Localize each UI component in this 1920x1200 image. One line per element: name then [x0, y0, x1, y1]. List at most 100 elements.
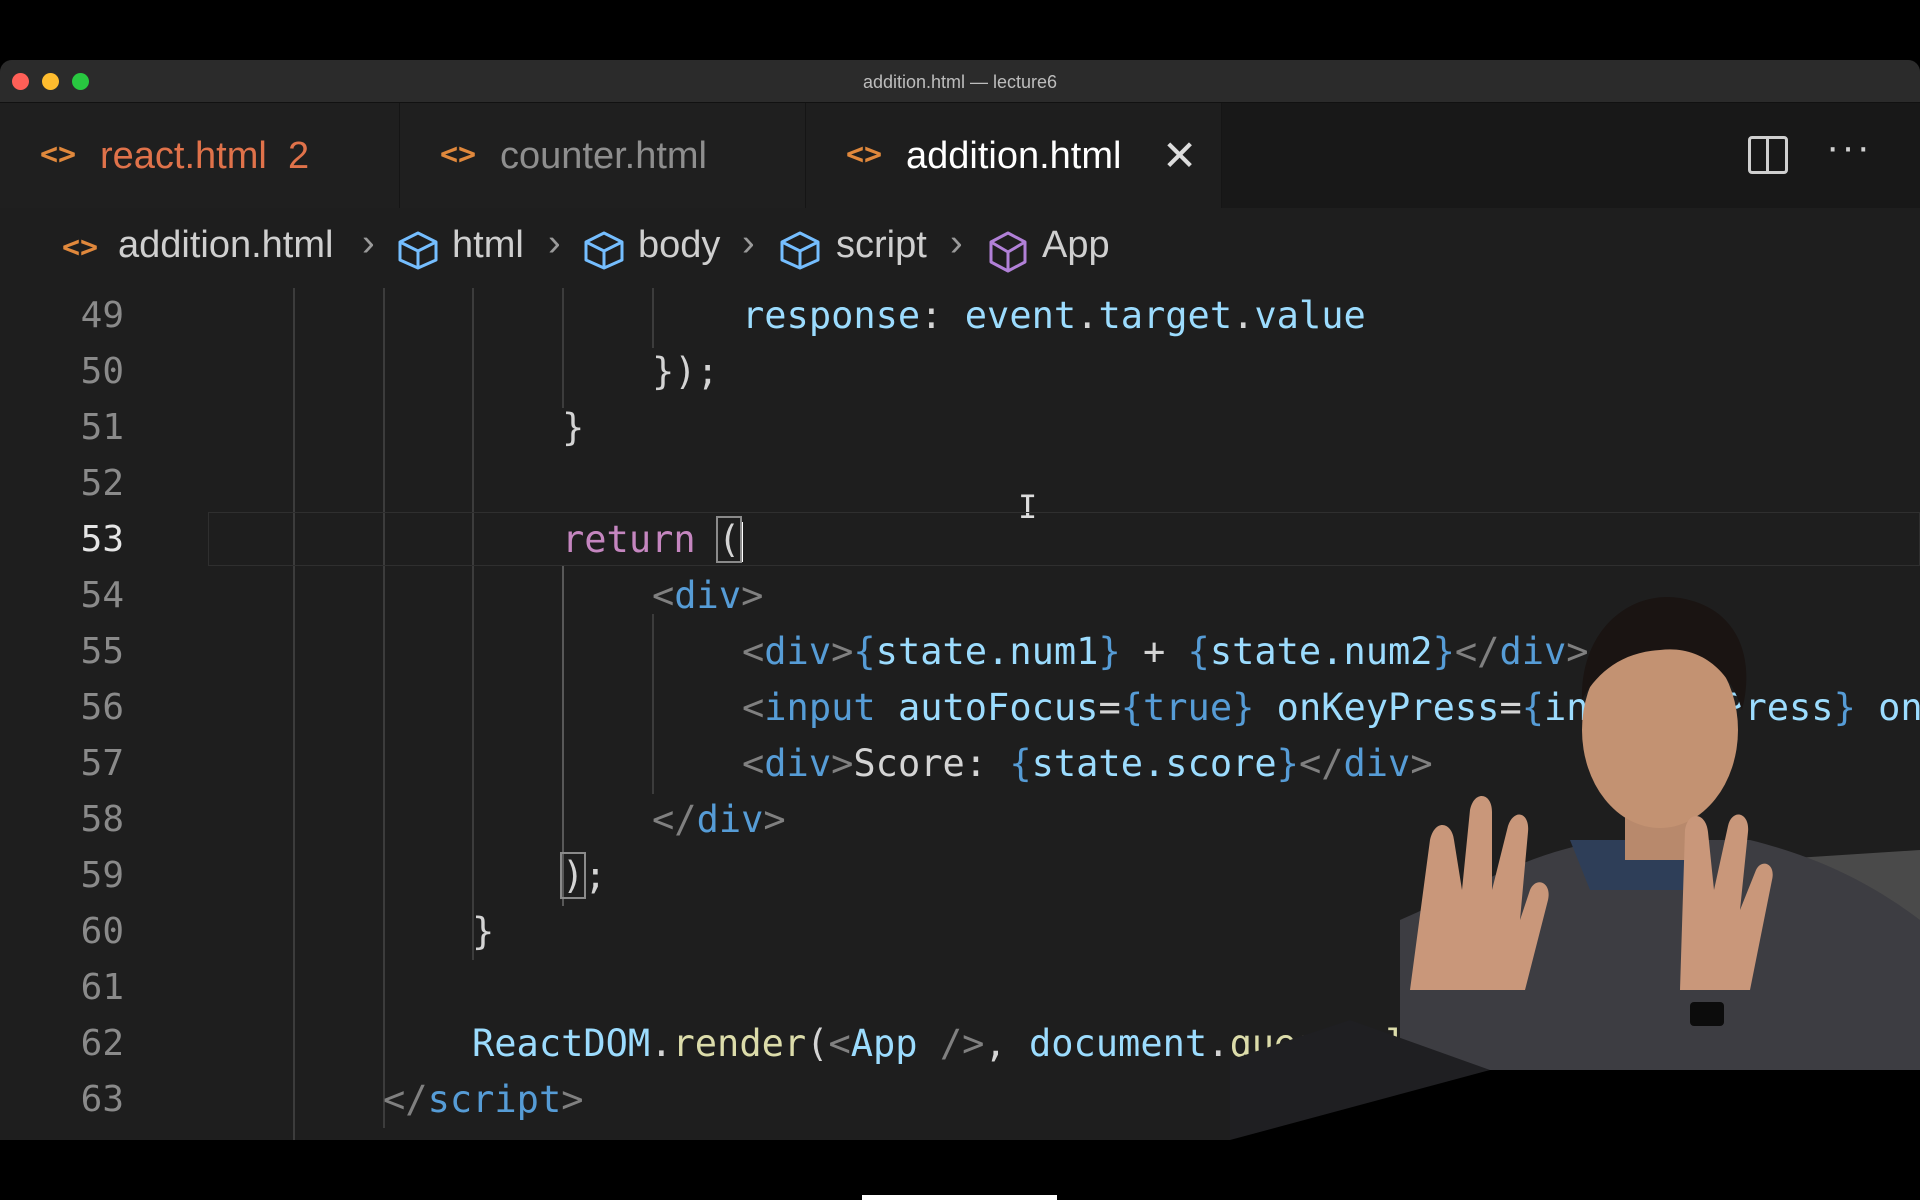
code-token: }: [562, 406, 585, 449]
breadcrumb-separator: ›: [548, 222, 561, 264]
code-text: });: [652, 344, 719, 400]
tab-react-html[interactable]: <> react.html 2: [0, 103, 400, 208]
code-token: >: [741, 574, 764, 617]
symbol-box-icon: [780, 231, 820, 270]
line-number: 61: [80, 967, 124, 1008]
code-text: <div>: [652, 568, 763, 624]
code-line[interactable]: 52: [0, 456, 1920, 512]
line-number: 62: [80, 1023, 124, 1064]
problem-count-badge: 2: [288, 135, 310, 177]
breadcrumb-separator: ›: [362, 222, 375, 264]
code-line[interactable]: 50});: [0, 344, 1920, 400]
line-number: 59: [80, 855, 124, 896]
code-token: true: [1143, 686, 1233, 729]
code-token: div: [696, 798, 764, 841]
tab-label: react.html: [100, 135, 267, 177]
code-token: <: [652, 574, 675, 617]
breadcrumb-item-html[interactable]: html: [452, 224, 524, 267]
code-token: });: [652, 350, 719, 393]
tab-label: counter.html: [500, 135, 707, 177]
code-token: target: [1098, 294, 1233, 337]
code-line[interactable]: 51}: [0, 400, 1920, 456]
line-number: 56: [80, 687, 124, 728]
line-number: 60: [80, 911, 124, 952]
code-token: ReactDOM: [472, 1022, 651, 1065]
code-line[interactable]: 49 response: event.target.value: [0, 288, 1920, 344]
code-token: render: [672, 1022, 807, 1065]
code-token: />: [939, 1022, 985, 1065]
code-token: }: [1098, 630, 1121, 673]
code-token: +: [1120, 630, 1188, 673]
code-token: {: [1009, 742, 1032, 785]
code-token: input: [764, 686, 876, 729]
code-token: div: [764, 630, 832, 673]
code-token: ;: [584, 854, 607, 897]
code-token: script: [427, 1078, 562, 1121]
code-text: response: event.target.value: [742, 288, 1366, 344]
breadcrumb-separator: ›: [742, 222, 755, 264]
breadcrumb: <> addition.html › html › body › script …: [0, 208, 1920, 288]
code-token: autoFocus: [897, 686, 1099, 729]
more-actions-icon[interactable]: ···: [1826, 125, 1872, 170]
code-token: (: [806, 1022, 829, 1065]
code-token: {: [853, 630, 876, 673]
code-text: return (: [562, 512, 744, 568]
code-token: >: [831, 630, 854, 673]
code-text: );: [559, 848, 607, 904]
code-token: {: [1120, 686, 1143, 729]
component-cube-icon: [989, 231, 1027, 273]
video-progress-indicator: [862, 1195, 1057, 1200]
code-token: :: [920, 294, 965, 337]
code-token: .: [1076, 294, 1099, 337]
line-number: 54: [80, 575, 124, 616]
line-number: 53: [80, 519, 124, 560]
line-number: 55: [80, 631, 124, 672]
html-file-icon: <>: [62, 230, 99, 265]
code-token: <: [742, 630, 765, 673]
current-line-highlight: [208, 512, 1920, 566]
code-token: =: [1098, 686, 1121, 729]
code-token: value: [1254, 294, 1366, 337]
code-text: }: [472, 904, 494, 960]
split-editor-icon[interactable]: [1748, 136, 1788, 174]
breadcrumb-item-app[interactable]: App: [1042, 224, 1110, 267]
line-number: 63: [80, 1079, 124, 1120]
breadcrumb-item-body[interactable]: body: [638, 224, 720, 267]
text-caret: [740, 521, 744, 562]
code-token: >: [831, 742, 854, 785]
breadcrumb-separator: ›: [950, 222, 963, 264]
code-token: .: [1232, 294, 1255, 337]
code-token: div: [674, 574, 742, 617]
line-number: 57: [80, 743, 124, 784]
matched-bracket: ): [559, 852, 587, 899]
html-file-icon: <>: [40, 137, 77, 172]
code-line[interactable]: 53 return (: [0, 512, 1920, 568]
html-file-icon: <>: [846, 137, 883, 172]
line-number: 52: [80, 463, 124, 504]
breadcrumb-item-script[interactable]: script: [836, 224, 927, 267]
code-token: </: [652, 798, 697, 841]
code-token: <: [742, 742, 765, 785]
line-number: 51: [80, 407, 124, 448]
tab-counter-html[interactable]: <> counter.html: [400, 103, 806, 208]
code-token: Score:: [853, 742, 1010, 785]
code-token: <: [828, 1022, 851, 1065]
tab-addition-html[interactable]: <> addition.html ✕: [806, 103, 1222, 208]
close-tab-icon[interactable]: ✕: [1162, 131, 1197, 180]
html-file-icon: <>: [440, 137, 477, 172]
code-token: response: [742, 294, 921, 337]
tab-bar: <> react.html 2 <> counter.html <> addit…: [0, 103, 1920, 208]
code-token: }: [472, 910, 495, 953]
code-token: ,: [984, 1022, 1029, 1065]
code-token: state.num1: [875, 630, 1099, 673]
matched-bracket: (: [715, 516, 743, 563]
breadcrumb-file[interactable]: addition.html: [118, 224, 333, 267]
code-token: </: [383, 1078, 428, 1121]
code-token: event: [964, 294, 1077, 337]
code-text: }: [562, 400, 584, 456]
code-token: <: [742, 686, 765, 729]
line-number: 50: [80, 351, 124, 392]
